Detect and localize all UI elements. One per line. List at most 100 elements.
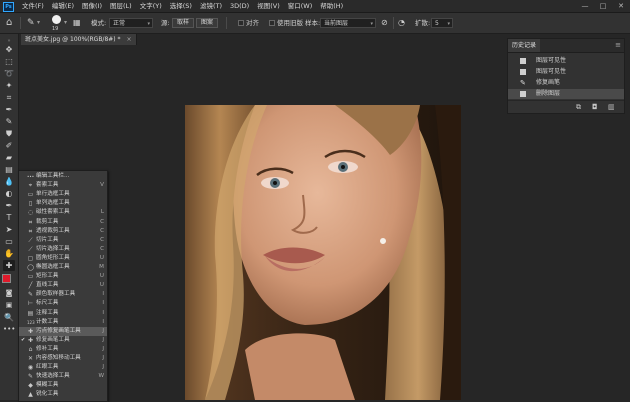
healing-brush-icon[interactable]: ✚ (3, 260, 15, 271)
history-row[interactable]: ✎ 修复画笔 (508, 78, 624, 88)
flyout-item[interactable]: ✚ 污点修复画笔工具 J (19, 326, 107, 336)
menu-help[interactable]: 帮助(H) (316, 0, 347, 12)
pen-icon[interactable]: ✒ (3, 200, 15, 211)
blur-icon[interactable]: 💧 (3, 176, 15, 187)
history-row-label: 修复画笔 (536, 79, 561, 86)
quick-mask-icon[interactable]: ◙ (3, 288, 15, 299)
dodge-icon[interactable]: ◐ (3, 188, 15, 199)
flyout-item[interactable]: ⌖ 套索工具 V (19, 181, 107, 190)
gradient-icon[interactable]: ▤ (3, 164, 15, 175)
path-select-icon[interactable]: ➤ (3, 224, 15, 235)
more-icon[interactable]: ••• (3, 324, 15, 335)
flyout-item[interactable]: ✕ 内容感知移动工具 J (19, 354, 107, 363)
eraser-icon[interactable]: ▰ (3, 152, 15, 163)
menu-view[interactable]: 视图(V) (253, 0, 284, 12)
flyout-item-shortcut: U (99, 273, 104, 280)
menu-image[interactable]: 图像(I) (78, 0, 106, 12)
move-icon[interactable]: ✥ (3, 44, 15, 55)
type-icon[interactable]: T (3, 212, 15, 223)
camera-icon[interactable]: ◘ (592, 101, 598, 113)
legacy-label: 使用旧版 (277, 19, 303, 27)
history-brush-icon[interactable]: ✐ (3, 140, 15, 151)
menu-window[interactable]: 窗口(W) (284, 0, 317, 12)
flyout-item[interactable]: ⌗ 透视裁剪工具 C (19, 227, 107, 236)
diffusion-select[interactable]: 5 ▾ (431, 18, 453, 28)
source-pattern-button[interactable]: 图案 (196, 18, 219, 28)
flyout-item[interactable]: ⟋ 切片选择工具 C (19, 245, 107, 254)
flyout-item[interactable]: ◌ 磁性套索工具 L (19, 208, 107, 217)
flyout-item[interactable]: ◆ 模糊工具 (19, 381, 107, 390)
flyout-item[interactable]: ╱ 直线工具 U (19, 281, 107, 290)
menu-3d[interactable]: 3D(D) (226, 0, 253, 12)
flyout-item[interactable]: ⌂ 修补工具 J (19, 345, 107, 354)
flyout-item-shortcut: M (99, 264, 104, 270)
flyout-item[interactable]: ✎ 快速选择工具 W (19, 372, 107, 381)
flyout-item-label: 椭圆选框工具 (36, 264, 70, 270)
brush-chevron-icon[interactable]: ▾ (64, 13, 67, 33)
shape-icon[interactable]: ▭ (3, 236, 15, 247)
tool-icon: ⌂ (28, 345, 33, 353)
zoom-icon[interactable]: 🔍 (3, 312, 15, 323)
sample-select[interactable]: 当前图层 ▾ (320, 18, 376, 28)
flyout-item[interactable]: ◯ 椭圆选框工具 M (19, 263, 107, 272)
align-checkbox[interactable] (238, 20, 244, 26)
clone-stamp-icon[interactable]: ⛊ (3, 128, 15, 139)
trash-icon[interactable]: ▥ (608, 101, 615, 113)
menu-edit[interactable]: 编辑(E) (48, 0, 78, 12)
tab-close-icon[interactable]: × (126, 36, 131, 43)
tool-icon: ✚ (27, 327, 34, 335)
flyout-item[interactable]: ▢ 圆角矩形工具 U (19, 254, 107, 263)
flyout-item[interactable]: ⊢ 标尺工具 I (19, 299, 107, 308)
flyout-item[interactable]: ▭ 单行选框工具 (19, 190, 107, 199)
brush-icon[interactable]: ✎ (3, 116, 15, 127)
flyout-item[interactable]: ▲ 锐化工具 (19, 390, 107, 399)
flyout-item[interactable]: ••• 编辑工具栏... (19, 172, 107, 181)
history-tab[interactable]: 历史记录 (508, 39, 541, 52)
flyout-item[interactable]: ⟋ 切片工具 C (19, 236, 107, 245)
menu-layer[interactable]: 图层(L) (106, 0, 136, 12)
document-tab[interactable]: 斑点美女.jpg @ 100%(RGB/8#) * × (21, 34, 137, 45)
menu-filter[interactable]: 滤镜(T) (196, 0, 226, 12)
flyout-item[interactable]: ▭ 矩形工具 U (19, 272, 107, 281)
source-sample-button[interactable]: 取样 (172, 18, 195, 28)
marquee-icon[interactable]: ⬚ (3, 56, 15, 67)
flyout-item[interactable]: ▯ 单列选框工具 (19, 199, 107, 208)
pressure-icon[interactable]: ◔ (398, 13, 405, 33)
flyout-item[interactable]: ▤ 注释工具 I (19, 309, 107, 318)
lasso-icon[interactable]: ➰ (3, 68, 15, 79)
flyout-item[interactable]: ⌗ 裁剪工具 C (19, 218, 107, 227)
menu-select[interactable]: 选择(S) (166, 0, 196, 12)
panel-menu-icon[interactable]: ≡ (615, 39, 621, 52)
legacy-checkbox[interactable] (269, 20, 275, 26)
history-row[interactable]: 图层可见性 (508, 56, 624, 66)
maximize-button[interactable]: □ (594, 0, 612, 12)
minimize-button[interactable]: — (576, 0, 594, 12)
healing-brush-preset-icon[interactable]: ✎ (27, 13, 35, 33)
magic-wand-icon[interactable]: ✦ (3, 80, 15, 91)
ignore-adjustment-icon[interactable]: ⊘ (381, 13, 388, 33)
history-panel-header: 历史记录 ≡ (508, 39, 624, 53)
screen-mode-icon[interactable]: ▣ (3, 300, 15, 311)
close-button[interactable]: ✕ (612, 0, 630, 12)
snapshot-icon[interactable]: ⧉ (576, 101, 581, 113)
tool-icon: ▭ (27, 273, 34, 281)
mode-select[interactable]: 正常 ▾ (109, 18, 153, 28)
history-row[interactable]: 图层可见性 (508, 67, 624, 77)
home-icon[interactable]: ⌂ (6, 13, 12, 33)
preset-chevron-icon[interactable]: ▾ (37, 13, 40, 33)
brush-settings-icon[interactable]: ▦ (73, 13, 81, 33)
flyout-item-shortcut: C (100, 236, 104, 243)
flyout-item[interactable]: ✎ 颜色取样器工具 I (19, 290, 107, 299)
eyedropper-icon[interactable]: ✒ (3, 104, 15, 115)
crop-icon[interactable]: ⌗ (3, 92, 15, 103)
history-step-icon (520, 91, 526, 97)
flyout-item[interactable]: ◉ 红眼工具 J (19, 363, 107, 372)
hand-icon[interactable]: ✋ (3, 248, 15, 259)
menu-type[interactable]: 文字(Y) (136, 0, 166, 12)
foreground-color-swatch[interactable] (2, 274, 11, 283)
menu-file[interactable]: 文件(F) (18, 0, 48, 12)
document-photo[interactable] (185, 105, 461, 400)
flyout-item[interactable]: 123 计数工具 I (19, 318, 107, 327)
history-row-selected[interactable]: 删除图层 (508, 89, 624, 99)
flyout-item[interactable]: ✔ ✚ 修复画笔工具 J (19, 336, 107, 345)
